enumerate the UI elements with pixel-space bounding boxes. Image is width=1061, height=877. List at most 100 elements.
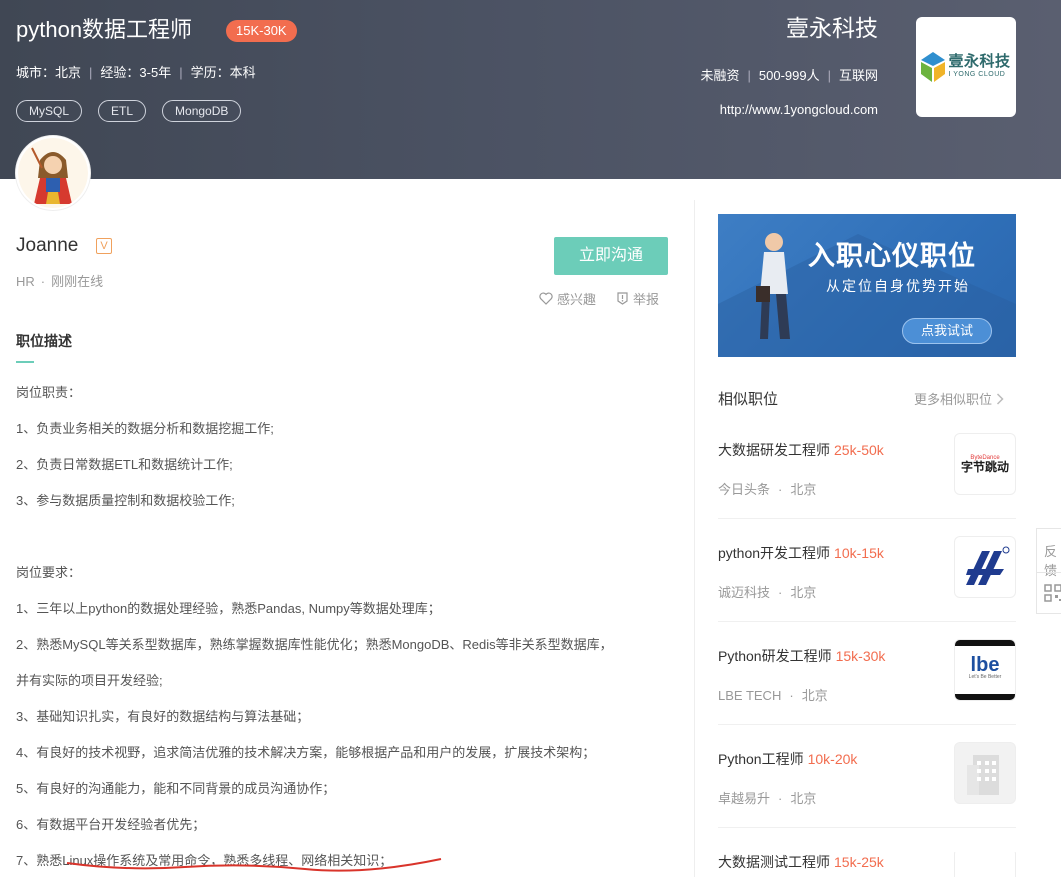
similar-job-title: python开发工程师 (718, 545, 831, 561)
interest-label: 感兴趣 (557, 292, 597, 307)
similar-job-item[interactable]: Python工程师 10k-20k 卓越易升 · 北京 (718, 742, 1016, 852)
job-header: python数据工程师 15K-30K 城市：北京 | 经验：3-5年 | 学历：本科 … (0, 0, 1061, 179)
similar-job-city: 北京 (801, 688, 828, 703)
similar-job-title: Python工程师 (718, 751, 804, 767)
similar-job-salary: 25k-50k (834, 442, 884, 458)
job-description: 岗位职责： 1、负责业务相关的数据分析和数据挖掘工作; 2、负责日常数据ETL和… (16, 384, 676, 877)
banner-title: 入职心仪职位 (808, 241, 976, 271)
description-line: 1、负责业务相关的数据分析和数据挖掘工作; (16, 421, 274, 436)
section-title: 职位描述 (16, 333, 72, 349)
list-divider (718, 518, 1016, 519)
company-name[interactable]: 壹永科技 (786, 12, 878, 44)
column-divider (694, 200, 695, 877)
similar-job-salary: 10k-15k (834, 545, 884, 561)
similar-job-city: 北京 (790, 482, 817, 497)
job-city: 城市：北京 (16, 65, 82, 80)
company-url[interactable]: http://www.1yongcloud.com (720, 102, 878, 117)
similar-job-title: 大数据研发工程师 (718, 442, 830, 458)
description-line: 3、参与数据质量控制和数据校验工作; (16, 493, 235, 508)
feedback-widget[interactable]: 反馈 (1036, 528, 1061, 614)
similar-job-company: 卓越易升 (718, 791, 771, 806)
company-logo[interactable]: 壹永科技 I YONG CLOUD (916, 17, 1016, 117)
section-underline (16, 361, 34, 363)
building-placeholder-icon (954, 742, 1016, 804)
logo-text-cn: 壹永科技 (948, 53, 1011, 70)
recruiter-meta: HR · 刚刚在线 (16, 274, 104, 289)
yiyong-logo-icon (921, 52, 946, 82)
logo-text: 字节跳动 (960, 460, 1009, 474)
description-line: 岗位职责： (16, 385, 82, 400)
description-line: 3、基础知识扎实，有良好的数据结构与算法基础； (16, 709, 310, 724)
job-meta: 城市：北京 | 经验：3-5年 | 学历：本科 (16, 65, 256, 80)
description-line: 2、熟悉MySQL等关系型数据库，熟练掌握数据库性能优化；熟悉MongoDB、R… (16, 637, 613, 652)
job-tags: MySQL ETL MongoDB (16, 100, 242, 122)
similar-job-salary: 10k-20k (807, 751, 858, 767)
promo-banner[interactable]: 入职心仪职位 从定位自身优势开始 点我试试 (718, 214, 1016, 357)
qrcode-icon[interactable] (1044, 584, 1061, 602)
company-logo-jd-finance (954, 852, 1016, 877)
similar-job-company: 今日头条 (718, 482, 771, 497)
description-line: 并有实际的项目开发经验; (16, 673, 163, 688)
similar-job-item[interactable]: 大数据研发工程师 25k-50k 今日头条 · 北京 ByteDance 字节跳动 (718, 433, 1016, 543)
company-funding: 未融资 (700, 68, 740, 83)
banner-subtitle: 从定位自身优势开始 (826, 278, 970, 294)
similar-job-title: 大数据测试工程师 (718, 854, 830, 870)
red-underline-annotation (66, 858, 442, 872)
logo-sub: Let's Be Better (968, 674, 1002, 680)
list-divider (718, 827, 1016, 828)
job-actions: 感兴趣 举报 (539, 289, 659, 308)
avatar (16, 136, 90, 210)
description-line: 2、负责日常数据ETL和数据统计工作; (16, 457, 233, 472)
similar-job-title: Python研发工程师 (718, 648, 832, 664)
company-size: 500-999人 (758, 68, 820, 83)
similar-job-item[interactable]: Python研发工程师 15k-30k LBE TECH · 北京 lbe Let's… (718, 639, 1016, 749)
company-logo-lbe: lbe Let's Be Better (954, 639, 1016, 701)
similar-job-salary: 15k-30k (835, 648, 886, 664)
recruiter-name: Joanne (16, 235, 79, 256)
avatar-image (18, 138, 88, 208)
company-logo-bytedance: ByteDance 字节跳动 (954, 433, 1016, 495)
feedback-label: 反馈 (1044, 544, 1058, 578)
similar-job-city: 北京 (790, 585, 817, 600)
chengmai-logo-icon (966, 546, 1010, 585)
description-blank-line (16, 528, 676, 564)
report-icon (617, 292, 628, 305)
verified-badge-icon: V (96, 238, 112, 254)
more-similar-jobs-link[interactable]: 更多相似职位 (914, 389, 1004, 408)
tag-etl[interactable]: ETL (98, 100, 147, 122)
recruiter-role: HR (16, 274, 35, 289)
tag-mysql[interactable]: MySQL (16, 100, 83, 122)
report-button[interactable]: 举报 (616, 289, 659, 308)
company-logo-chengmai (954, 536, 1016, 598)
tag-mongodb[interactable]: MongoDB (162, 100, 242, 122)
job-education: 学历：本科 (190, 65, 256, 80)
similar-job-company: LBE TECH (718, 688, 782, 703)
list-divider (718, 621, 1016, 622)
chevron-right-icon (996, 392, 1004, 405)
description-line: 4、有良好的技术视野，追求简洁优雅的技术解决方案，能够根据产品和用户的发展，扩展… (16, 745, 596, 760)
job-experience: 经验：3-5年 (100, 65, 172, 80)
description-line: 6、有数据平台开发经验者优先； (16, 817, 206, 832)
chat-now-button[interactable]: 立即沟通 (554, 237, 668, 275)
similar-job-item[interactable]: python开发工程师 10k-15k 诚迈科技 · 北京 (718, 536, 1016, 646)
recruiter-status: 刚刚在线 (51, 274, 104, 289)
more-similar-label: 更多相似职位 (914, 392, 993, 407)
similar-job-salary: 15k-25k (834, 854, 884, 870)
similar-jobs-title: 相似职位 (718, 391, 779, 408)
banner-try-button[interactable]: 点我试试 (902, 318, 992, 344)
logo-text: lbe (970, 654, 1000, 676)
similar-job-company: 诚迈科技 (718, 585, 771, 600)
company-meta: 未融资 | 500-999人 | 互联网 (700, 68, 878, 83)
description-line: 1、三年以上python的数据处理经验，熟悉Pandas, Numpy等数据处理… (16, 601, 441, 616)
similar-job-item[interactable]: 大数据测试工程师 15k-25k (718, 852, 1016, 877)
description-line: 岗位要求： (16, 565, 82, 580)
list-divider (718, 724, 1016, 725)
similar-job-city: 北京 (790, 791, 817, 806)
logo-text-en: I YONG CLOUD (948, 71, 1006, 78)
company-industry: 互联网 (838, 68, 878, 83)
heart-icon (539, 292, 553, 305)
salary-badge: 15K-30K (226, 20, 297, 42)
interest-button[interactable]: 感兴趣 (539, 289, 596, 308)
report-label: 举报 (633, 292, 660, 307)
description-line: 5、有良好的沟通能力，能和不同背景的成员沟通协作； (16, 781, 336, 796)
